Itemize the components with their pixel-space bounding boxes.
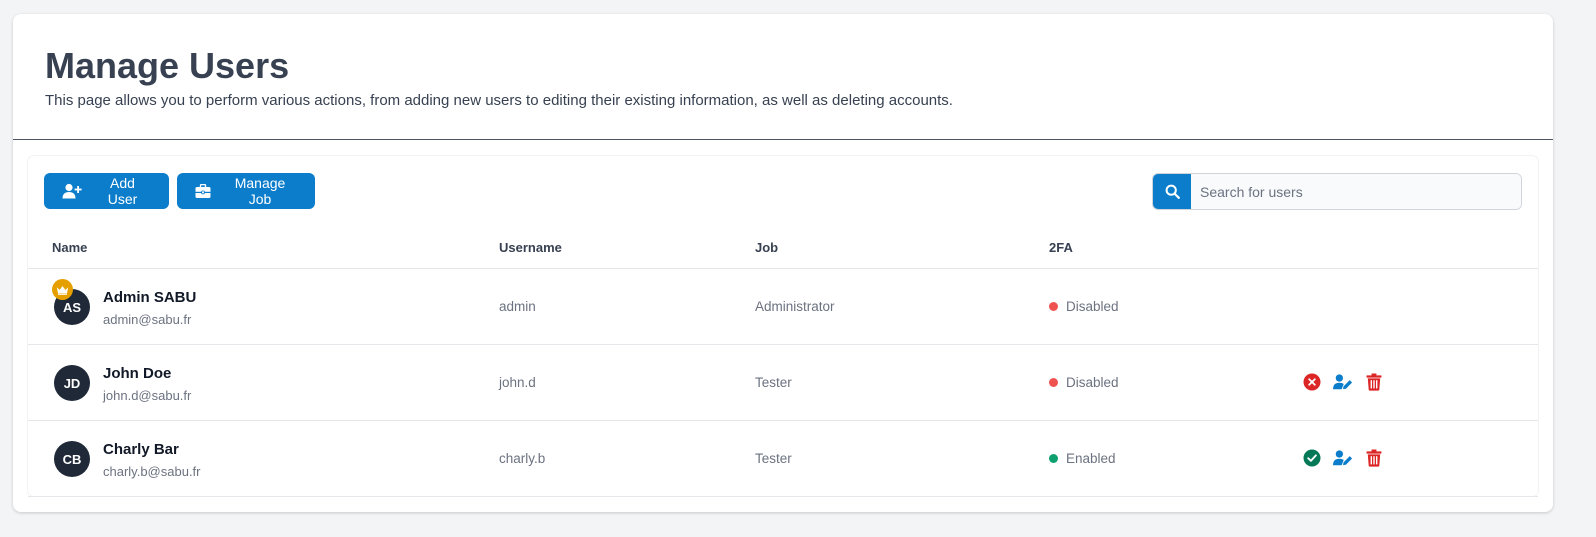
users-panel: Add User Manage Job Search for users Nam… (28, 156, 1538, 497)
crown-icon (52, 279, 73, 300)
row-actions (1302, 448, 1384, 468)
user-email: john.d@sabu.fr (103, 388, 192, 403)
search-box (1152, 173, 1522, 210)
user-email: admin@sabu.fr (103, 312, 192, 327)
user-username: admin (499, 299, 536, 314)
page-header: Manage Users This page allows you to per… (13, 14, 1553, 140)
user-job: Administrator (755, 299, 835, 314)
search-input[interactable] (1191, 174, 1521, 209)
avatar: AS (52, 279, 90, 325)
add-user-label: Add User (107, 175, 138, 207)
manage-users-card: Manage Users This page allows you to per… (13, 14, 1553, 512)
trash-icon[interactable] (1364, 448, 1384, 468)
tfa-status-label: Disabled (1066, 375, 1119, 390)
avatar-initials: CB (62, 451, 82, 467)
column-name[interactable]: Name (52, 240, 87, 255)
tfa-status: Disabled (1049, 299, 1119, 314)
search-icon[interactable] (1153, 174, 1191, 209)
user-username: john.d (499, 375, 536, 390)
user-plus-icon (62, 183, 82, 199)
user-job: Tester (755, 451, 792, 466)
check-circle-icon[interactable] (1302, 448, 1322, 468)
status-dot (1049, 302, 1058, 311)
user-name: John Doe (103, 365, 172, 382)
briefcase-icon (195, 183, 211, 199)
page-description: This page allows you to perform various … (45, 92, 953, 109)
row-actions (1302, 372, 1384, 392)
tfa-status-label: Enabled (1066, 451, 1116, 466)
user-name: Charly Bar (103, 441, 179, 458)
manage-job-button[interactable]: Manage Job (177, 173, 315, 209)
table-row: AS Admin SABU admin@sabu.fr admin Admini… (28, 269, 1538, 345)
toolbar: Add User Manage Job (44, 173, 1522, 210)
tfa-status: Disabled (1049, 375, 1119, 390)
status-dot (1049, 454, 1058, 463)
table-header: Name Username Job 2FA (28, 234, 1538, 269)
page-title: Manage Users (45, 45, 290, 86)
table-row: JD John Doe john.d@sabu.fr john.d Tester… (28, 345, 1538, 421)
column-2fa[interactable]: 2FA (1049, 240, 1073, 255)
avatar-initials: AS (62, 299, 82, 315)
avatar: JD (54, 365, 90, 401)
user-edit-icon[interactable] (1333, 448, 1353, 468)
tfa-status: Enabled (1049, 451, 1116, 466)
user-edit-icon[interactable] (1333, 372, 1353, 392)
user-username: charly.b (499, 451, 546, 466)
x-circle-icon[interactable] (1302, 372, 1322, 392)
table-row: CB Charly Bar charly.b@sabu.fr charly.b … (28, 421, 1538, 497)
column-username[interactable]: Username (499, 240, 562, 255)
user-email: charly.b@sabu.fr (103, 464, 201, 479)
column-job[interactable]: Job (755, 240, 778, 255)
add-user-button[interactable]: Add User (44, 173, 169, 209)
trash-icon[interactable] (1364, 372, 1384, 392)
status-dot (1049, 378, 1058, 387)
manage-job-label: Manage Job (234, 175, 286, 207)
user-job: Tester (755, 375, 792, 390)
user-name: Admin SABU (103, 289, 197, 306)
tfa-status-label: Disabled (1066, 299, 1119, 314)
avatar: CB (54, 441, 90, 477)
avatar-initials: JD (63, 375, 81, 391)
